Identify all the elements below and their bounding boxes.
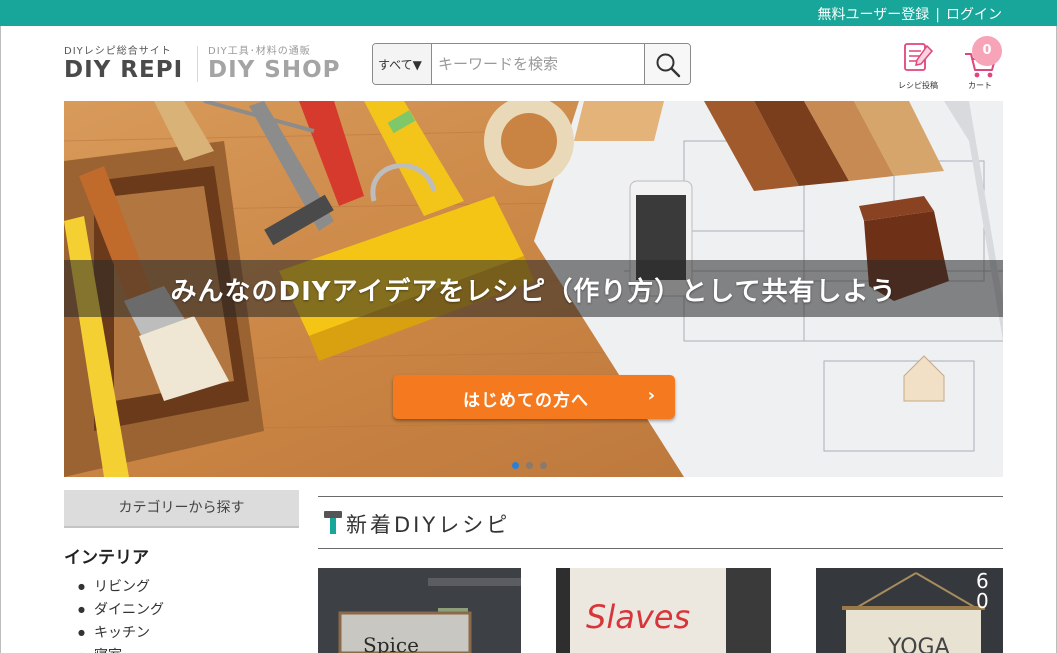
getting-started-label: はじめての方へ: [463, 391, 589, 411]
corner-text-bottom: 0: [976, 589, 989, 613]
category-item[interactable]: 寝室: [78, 645, 164, 653]
recipe-post-label: レシピ投稿: [898, 81, 938, 90]
top-bar: 無料ユーザー登録 | ログイン: [0, 0, 1057, 26]
search-input[interactable]: [433, 44, 645, 84]
sign-text-slaves: Slaves: [586, 598, 690, 636]
category-item[interactable]: リビング: [78, 576, 164, 599]
search-icon: [656, 53, 681, 78]
diy-repi-wordmark: DIY REPI: [64, 57, 184, 83]
search-button[interactable]: [644, 44, 690, 84]
link-separator: |: [935, 7, 940, 23]
carousel-dot[interactable]: [512, 462, 519, 469]
carousel-dot[interactable]: [540, 462, 547, 469]
hammer-icon: [324, 511, 342, 534]
register-link[interactable]: 無料ユーザー登録: [818, 7, 930, 23]
search-bar: すべて▼: [372, 43, 691, 85]
diy-shop-caption: DIY工具･材料の通販: [208, 46, 311, 57]
cart-button[interactable]: 0 カート: [955, 36, 1005, 92]
new-recipes-header: 新着DIYレシピ: [318, 496, 1003, 549]
search-category-select[interactable]: すべて▼: [373, 44, 432, 84]
recipe-card-image: YOGA 6 0: [816, 568, 1003, 653]
account-links: 無料ユーザー登録 | ログイン: [818, 4, 1002, 24]
logo-divider: [197, 46, 198, 82]
diy-shop-wordmark: DIY SHOP: [208, 57, 341, 83]
category-section-title[interactable]: インテリア: [64, 543, 149, 568]
hero-banner[interactable]: みんなのDIYアイデアをレシピ（作り方）として共有しよう はじめての方へ ›: [64, 101, 1003, 477]
category-list: リビング ダイニング キッチン 寝室: [78, 576, 164, 653]
recipe-card[interactable]: YOGA 6 0: [816, 568, 1003, 653]
category-item[interactable]: ダイニング: [78, 599, 164, 622]
sign-text-spice: Spice: [363, 633, 419, 653]
chevron-right-icon: ›: [647, 385, 655, 406]
diy-repi-caption: DIYレシピ総合サイト: [64, 46, 172, 57]
hero-title: みんなのDIYアイデアをレシピ（作り方）として共有しよう: [170, 277, 897, 307]
diy-repi-logo[interactable]: DIYレシピ総合サイト DIY REPI: [64, 42, 188, 84]
category-item[interactable]: キッチン: [78, 622, 164, 645]
getting-started-button[interactable]: はじめての方へ ›: [393, 375, 675, 419]
recipe-card[interactable]: Slaves: [556, 568, 771, 653]
recipe-card-image: Slaves: [556, 568, 771, 653]
sign-text-yoga: YOGA: [887, 635, 950, 653]
page-border-left: [0, 26, 1, 653]
login-link[interactable]: ログイン: [946, 7, 1002, 23]
recipe-card[interactable]: Spice: [318, 568, 521, 653]
category-header: カテゴリーから探す: [64, 490, 299, 528]
carousel-dots: [512, 454, 554, 469]
recipe-post-button[interactable]: レシピ投稿: [893, 40, 943, 92]
recipe-card-image: Spice: [318, 568, 521, 653]
diy-shop-logo[interactable]: DIY工具･材料の通販 DIY SHOP: [208, 42, 341, 84]
cart-label: カート: [968, 81, 992, 90]
cart-count-badge: 0: [972, 36, 1002, 66]
new-recipes-title: 新着DIYレシピ: [346, 513, 511, 537]
carousel-dot[interactable]: [526, 462, 533, 469]
recipe-post-icon: [904, 43, 934, 71]
